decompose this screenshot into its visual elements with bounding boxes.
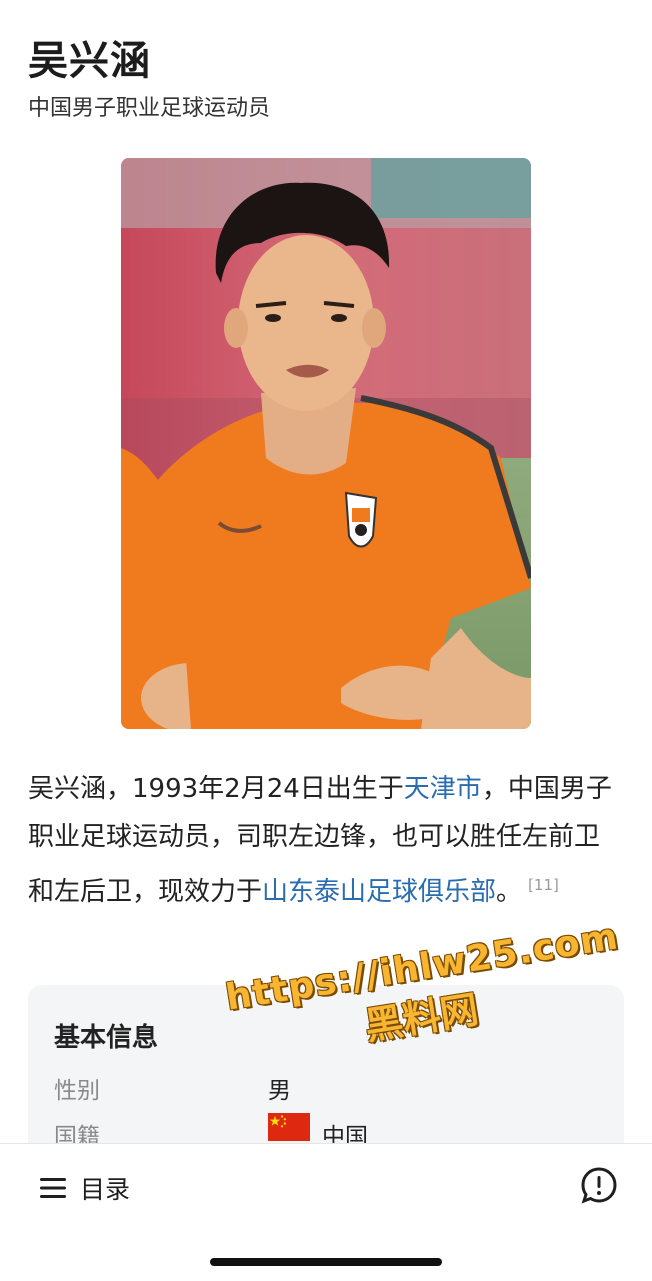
- bio-text: 。: [496, 877, 523, 907]
- bottom-toolbar: 目录: [0, 1143, 652, 1281]
- page-subtitle: 中国男子职业足球运动员: [28, 96, 271, 121]
- home-indicator[interactable]: [210, 1258, 442, 1266]
- player-photo-illustration: [121, 158, 531, 729]
- infobox-value-gender: 男: [268, 1078, 291, 1104]
- bio-paragraph: 吴兴涵，1993年2月24日出生于天津市，中国男子职业足球运动员，司职左边锋，也…: [28, 765, 618, 916]
- toc-label: 目录: [80, 1175, 131, 1204]
- bio-text: 吴兴涵，1993年2月24日出生于: [28, 774, 404, 804]
- page-title: 吴兴涵: [28, 38, 151, 84]
- infobox-label-gender: 性别: [54, 1078, 100, 1104]
- menu-icon: [40, 1178, 66, 1198]
- citation-link[interactable]: [11]: [528, 876, 559, 894]
- infobox-title: 基本信息: [54, 1023, 159, 1053]
- infobox: 基本信息 性别 男 国籍 中国: [28, 985, 624, 1155]
- china-flag-icon: [268, 1113, 310, 1141]
- link-shandong-taishan[interactable]: 山东泰山足球俱乐部: [262, 877, 496, 907]
- link-tianjin[interactable]: 天津市: [404, 774, 482, 804]
- toc-button[interactable]: 目录: [40, 1166, 130, 1210]
- player-photo[interactable]: [121, 158, 531, 729]
- feedback-icon[interactable]: [580, 1166, 618, 1204]
